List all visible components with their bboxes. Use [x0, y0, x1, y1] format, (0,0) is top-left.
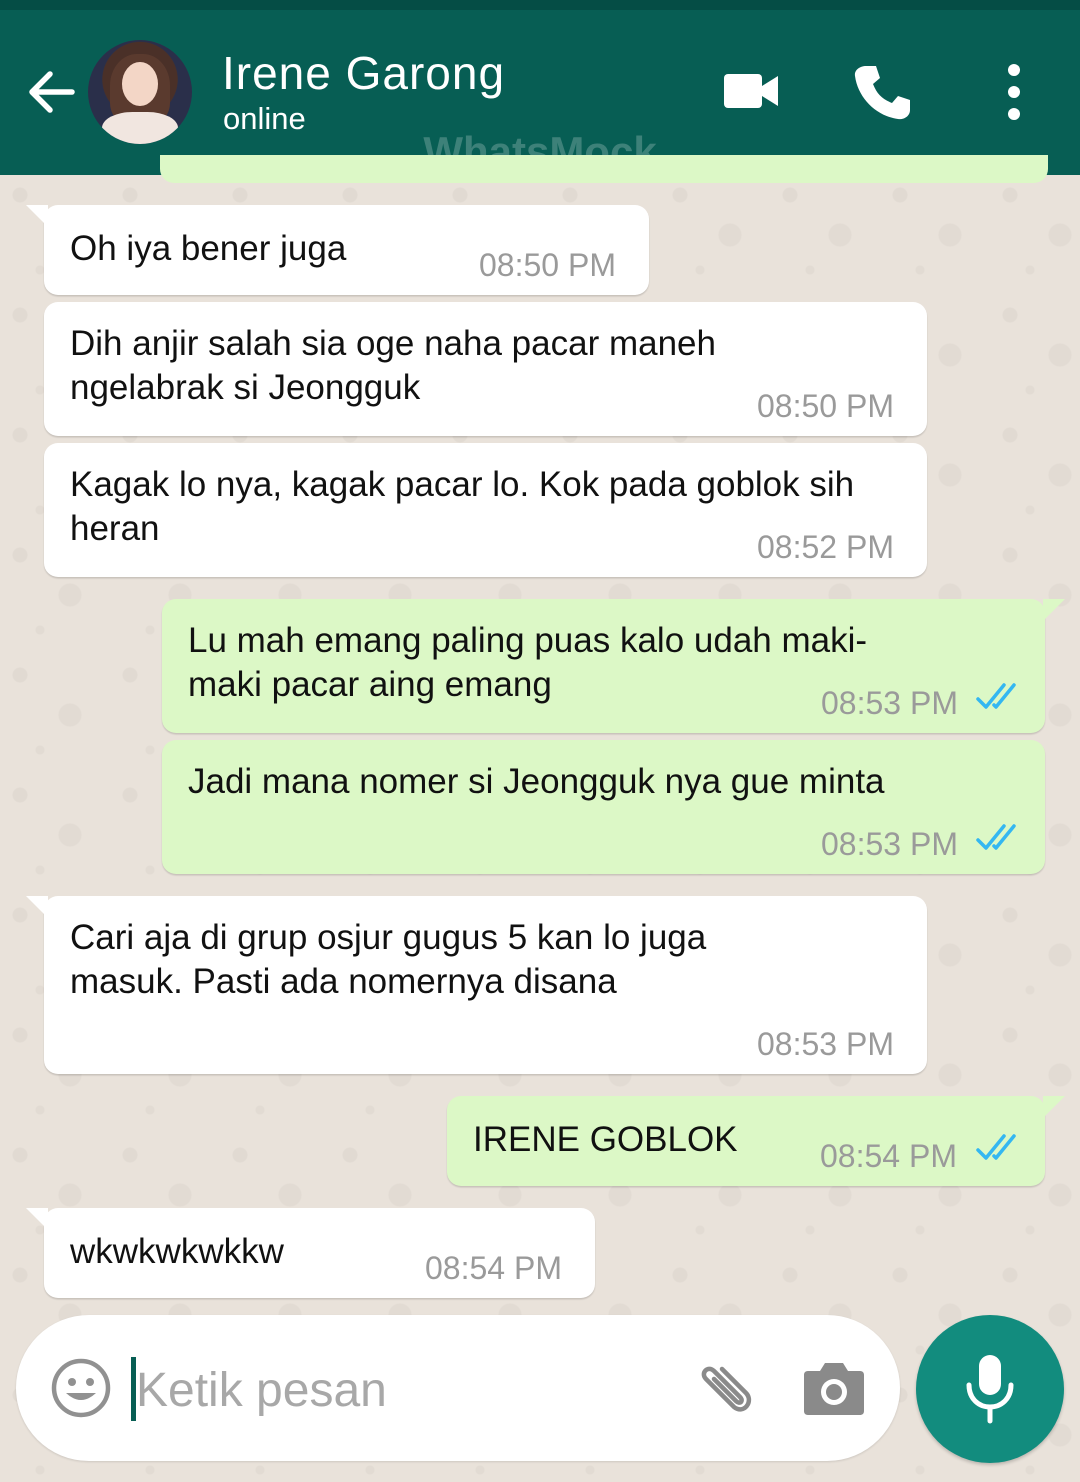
message-text: Oh iya bener juga	[70, 229, 347, 268]
double-check-icon	[976, 683, 1016, 709]
avatar-face	[122, 62, 158, 106]
bubble-tail	[1043, 599, 1065, 621]
incoming-message[interactable]: Kagak lo nya, kagak pacar lo. Kok pada g…	[44, 443, 927, 577]
bubble-tail	[1043, 1096, 1065, 1118]
message-text: Jadi mana nomer si Jeongguk nya gue mint…	[188, 762, 885, 801]
message-text: Dih anjir salah sia oge naha pacar maneh…	[70, 324, 716, 407]
outgoing-message[interactable]: Lu mah emang paling puas kalo udah maki-…	[162, 599, 1065, 733]
contact-name[interactable]: Irene Garong	[222, 46, 505, 100]
message-input[interactable]: Ketik pesan	[136, 1363, 387, 1418]
status-bar	[0, 0, 1080, 10]
outgoing-message[interactable]: Jadi mana nomer si Jeongguk nya gue mint…	[162, 740, 1045, 874]
message-time: 08:54 PM	[820, 1138, 957, 1174]
incoming-message[interactable]: Dih anjir salah sia oge naha pacar maneh…	[44, 302, 927, 436]
message-time: 08:53 PM	[757, 1026, 894, 1062]
emoji-icon[interactable]	[50, 1357, 112, 1419]
arrow-left-icon[interactable]	[22, 62, 82, 122]
previous-message-bubble[interactable]	[160, 155, 1048, 183]
microphone-icon	[966, 1355, 1014, 1424]
message-composer[interactable]: Ketik pesan	[16, 1315, 900, 1461]
incoming-message[interactable]: Oh iya bener juga 08:50 PM	[26, 205, 649, 295]
message-text: Lu mah emang paling puas kalo udah maki-…	[188, 621, 868, 704]
message-time: 08:52 PM	[757, 529, 894, 565]
double-check-icon	[976, 1134, 1016, 1160]
video-camera-icon[interactable]	[722, 68, 780, 114]
message-text: wkwkwkwkkw	[70, 1232, 284, 1271]
message-time: 08:54 PM	[425, 1250, 562, 1286]
bubble-tail	[26, 1208, 48, 1230]
chat-header: Irene Garong online WhatsMock	[0, 0, 1080, 175]
outgoing-message[interactable]: IRENE GOBLOK 08:54 PM	[447, 1096, 1065, 1186]
double-check-icon	[976, 824, 1016, 850]
message-text: IRENE GOBLOK	[473, 1120, 738, 1159]
bubble-tail	[26, 896, 48, 918]
more-vertical-icon[interactable]	[1000, 62, 1028, 122]
incoming-message[interactable]: wkwkwkwkkw 08:54 PM	[26, 1208, 595, 1298]
message-text: Cari aja di grup osjur gugus 5 kan lo ju…	[70, 918, 707, 1001]
paperclip-icon[interactable]	[682, 1357, 752, 1427]
incoming-message[interactable]: Cari aja di grup osjur gugus 5 kan lo ju…	[26, 896, 927, 1074]
mic-button[interactable]	[916, 1315, 1064, 1463]
camera-icon[interactable]	[802, 1359, 866, 1417]
message-time: 08:50 PM	[479, 247, 616, 283]
message-time: 08:53 PM	[821, 826, 958, 862]
message-time: 08:53 PM	[821, 685, 958, 721]
bubble-tail	[26, 205, 48, 227]
message-time: 08:50 PM	[757, 388, 894, 424]
phone-icon[interactable]	[852, 62, 912, 122]
